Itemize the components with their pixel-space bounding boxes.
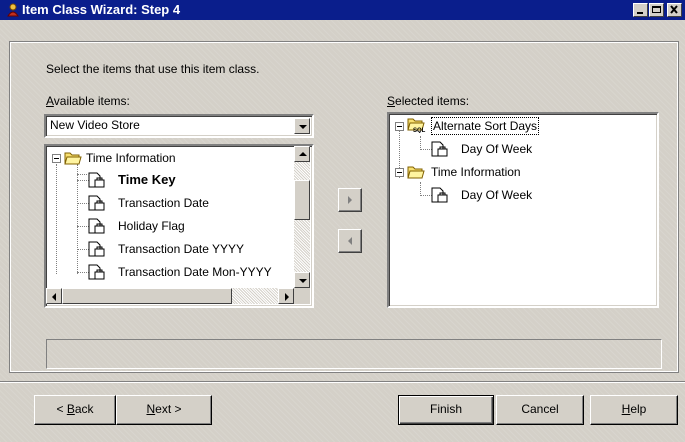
- available-items-tree[interactable]: Time Information Time Key Transaction Da…: [44, 144, 314, 308]
- window-title: Item Class Wizard: Step 4: [22, 2, 181, 17]
- next-button[interactable]: Next >: [116, 395, 212, 425]
- scroll-right-icon: [285, 293, 289, 301]
- scrollbar-corner: [294, 288, 310, 304]
- minimize-button[interactable]: [633, 3, 648, 17]
- back-button[interactable]: < Back: [34, 395, 116, 425]
- source-combobox-value: New Video Store: [50, 118, 140, 132]
- selected-node-alternate-sort-days[interactable]: SQL Alternate Sort Days: [389, 116, 649, 136]
- selected-items-label: Selected items:: [387, 94, 469, 108]
- source-combobox[interactable]: New Video Store: [44, 114, 314, 138]
- wizard-app-icon: [7, 3, 19, 17]
- selected-items-tree[interactable]: SQL Alternate Sort Days Day Of Week Time…: [387, 112, 659, 308]
- selected-label-rest: elected items:: [395, 94, 470, 108]
- selected-accel: S: [387, 94, 396, 108]
- combobox-dropdown-button[interactable]: [294, 118, 310, 134]
- vertical-scroll-thumb[interactable]: [294, 180, 310, 220]
- close-button[interactable]: [667, 3, 682, 17]
- maximize-button[interactable]: [649, 3, 664, 17]
- scroll-down-button[interactable]: [294, 272, 310, 288]
- collapse-toggle-icon[interactable]: [52, 154, 61, 163]
- attribute-icon: [88, 195, 105, 211]
- tree-item-label: Transaction Date YYYY: [118, 242, 245, 256]
- collapse-toggle-icon[interactable]: [395, 122, 404, 131]
- attribute-icon: [88, 218, 105, 234]
- chevron-down-icon: [299, 125, 307, 129]
- add-item-button[interactable]: [338, 188, 362, 212]
- maximize-icon: [652, 6, 661, 13]
- attribute-icon: [88, 172, 105, 188]
- scroll-down-icon: [299, 279, 307, 283]
- attribute-icon: [431, 141, 448, 157]
- svg-text:SQL: SQL: [413, 128, 426, 133]
- minimize-icon: [637, 12, 643, 14]
- tree-node-label: Time Information: [86, 151, 176, 165]
- tree-item-transaction-date[interactable]: Transaction Date: [46, 193, 296, 213]
- attribute-icon: [431, 187, 448, 203]
- folder-open-icon: [407, 166, 425, 179]
- collapse-toggle-icon[interactable]: [395, 168, 404, 177]
- tree-item-label: Transaction Date Mon-YYYY: [118, 265, 272, 279]
- cancel-button[interactable]: Cancel: [496, 395, 584, 425]
- remove-item-button[interactable]: [338, 229, 362, 253]
- vertical-scrollbar[interactable]: [294, 146, 310, 288]
- selected-child-day-of-week[interactable]: Day Of Week: [389, 139, 649, 159]
- finish-button[interactable]: Finish: [398, 395, 494, 425]
- arrow-left-icon: [348, 237, 352, 245]
- tree-item-transaction-date-mon-yyyy[interactable]: Transaction Date Mon-YYYY: [46, 262, 294, 282]
- tree-item-transaction-date-yyyy[interactable]: Transaction Date YYYY: [46, 239, 296, 259]
- scroll-up-button[interactable]: [294, 146, 310, 162]
- scroll-right-button[interactable]: [278, 288, 294, 304]
- arrow-right-icon: [348, 196, 352, 204]
- attribute-icon: [88, 264, 105, 280]
- help-button[interactable]: Help: [590, 395, 678, 425]
- scroll-left-button[interactable]: [46, 288, 62, 304]
- folder-open-icon: [64, 152, 82, 165]
- tree-item-holiday-flag[interactable]: Holiday Flag: [46, 216, 296, 236]
- available-label-rest: vailable items:: [53, 94, 130, 108]
- available-accel: A: [46, 94, 54, 108]
- sql-folder-icon: SQL: [407, 118, 426, 133]
- wizard-window: Item Class Wizard: Step 4 Select the ite…: [0, 0, 685, 442]
- close-icon: [670, 5, 678, 14]
- selected-node-label: Alternate Sort Days: [431, 117, 540, 135]
- selected-child-day-of-week[interactable]: Day Of Week: [389, 185, 649, 205]
- available-items-label: Available items:: [46, 94, 130, 108]
- tree-item-label: Holiday Flag: [118, 219, 185, 233]
- attribute-icon: [88, 241, 105, 257]
- horizontal-scrollbar[interactable]: [46, 288, 294, 304]
- tree-item-time-key[interactable]: Time Key: [46, 170, 296, 190]
- button-separator: [0, 381, 685, 383]
- selected-node-label: Time Information: [431, 165, 521, 179]
- selected-node-time-information[interactable]: Time Information: [389, 162, 649, 182]
- selected-child-label: Day Of Week: [461, 188, 533, 202]
- tree-node-root[interactable]: Time Information: [46, 148, 296, 168]
- selected-child-label: Day Of Week: [461, 142, 533, 156]
- horizontal-scroll-thumb[interactable]: [62, 288, 232, 304]
- scroll-up-icon: [299, 152, 307, 156]
- instructions-text: Select the items that use this item clas…: [46, 62, 260, 76]
- tree-item-label: Transaction Date: [118, 196, 209, 210]
- status-area: [46, 339, 662, 369]
- tree-item-label: Time Key: [118, 172, 176, 187]
- title-bar[interactable]: Item Class Wizard: Step 4: [0, 0, 685, 20]
- scroll-left-icon: [52, 293, 56, 301]
